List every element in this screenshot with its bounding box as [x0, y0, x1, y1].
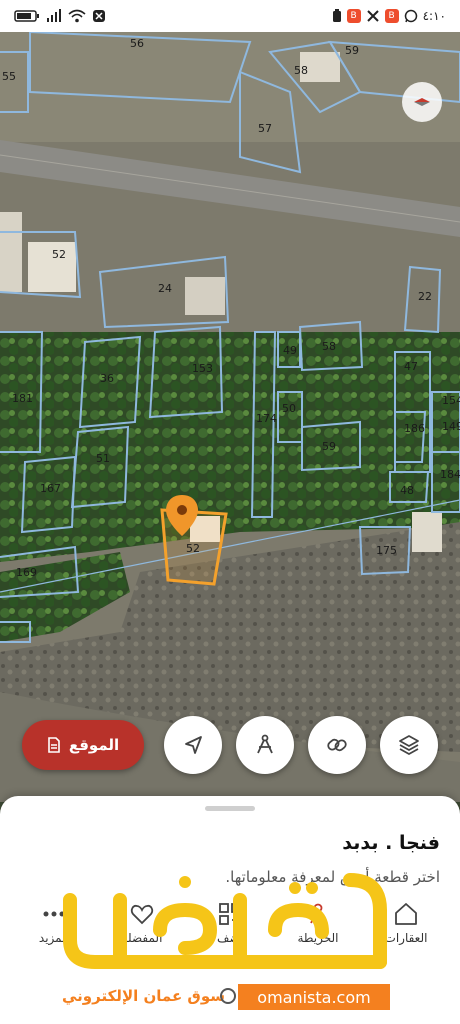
plot-label: 181	[12, 392, 33, 405]
compass-button[interactable]	[402, 82, 442, 122]
plot-label: 153	[192, 362, 213, 375]
plot-label: 36	[100, 372, 114, 385]
navigate-icon	[185, 736, 202, 754]
map-canvas[interactable]: 56 57 58 59 55 52 24 22 181 36 153 49 58…	[0, 32, 460, 802]
plot-label: 47	[404, 360, 418, 373]
plot-label: 51	[96, 452, 110, 465]
plot-label: 57	[258, 122, 272, 135]
plot-label: 56	[130, 37, 144, 50]
battery-icon	[14, 10, 39, 22]
plot-label: 24	[158, 282, 172, 295]
status-left	[14, 9, 106, 23]
layers-icon	[399, 735, 419, 756]
plot-label: 184	[440, 468, 460, 481]
brand-tagline: سوق عمان الإلكتروني	[62, 987, 226, 1005]
plot-label: 48	[400, 484, 414, 497]
navigate-button[interactable]	[164, 716, 222, 774]
wifi-icon	[68, 9, 86, 23]
link-button[interactable]	[308, 716, 366, 774]
status-right: B B ٤:١٠	[332, 9, 446, 23]
plot-label: 59	[322, 440, 336, 453]
plot-label: 175	[376, 544, 397, 557]
signal-icon	[47, 9, 61, 22]
omanista-logo	[63, 873, 387, 969]
document-icon	[48, 737, 60, 753]
x-app-icon	[366, 10, 379, 22]
plot-label: 22	[418, 290, 432, 303]
plot-label: 149	[442, 420, 460, 433]
whatsapp-icon	[404, 9, 417, 23]
plot-label: 52	[186, 542, 200, 555]
plot-label: 58	[294, 64, 308, 77]
compass-icon	[414, 98, 430, 106]
plot-label: 49	[283, 344, 297, 357]
place-title: فنجا . بدبد	[342, 832, 440, 854]
plot-label: 55	[2, 70, 16, 83]
battery-alert-icon	[332, 9, 341, 22]
plot-label: 169	[16, 566, 37, 579]
measure-button[interactable]	[236, 716, 294, 774]
plot-label: 59	[345, 44, 359, 57]
plot-label: 50	[282, 402, 296, 415]
plot-label: 167	[40, 482, 61, 495]
app-notification-icon-2: B	[384, 9, 399, 23]
plot-label: 186	[404, 422, 425, 435]
plot-label: 58	[322, 340, 336, 353]
status-bar: B B ٤:١٠	[0, 0, 460, 32]
location-button[interactable]: الموقع	[22, 720, 144, 770]
sheet-drag-handle[interactable]	[205, 806, 255, 811]
plot-label: 174	[256, 412, 277, 425]
measure-icon	[257, 734, 273, 754]
app-notification-icon: B	[346, 9, 361, 23]
link-icon	[327, 738, 347, 752]
search-icon	[220, 988, 236, 1004]
plot-label: 52	[52, 248, 66, 261]
brand-domain: omanista.com	[238, 984, 390, 1010]
location-button-label: الموقع	[68, 736, 120, 754]
mute-icon	[93, 10, 105, 22]
status-time: ٤:١٠	[422, 9, 446, 23]
satellite-map[interactable]: 56 57 58 59 55 52 24 22 181 36 153 49 58…	[0, 32, 460, 802]
plot-label: 154	[442, 394, 460, 407]
layers-button[interactable]	[380, 716, 438, 774]
